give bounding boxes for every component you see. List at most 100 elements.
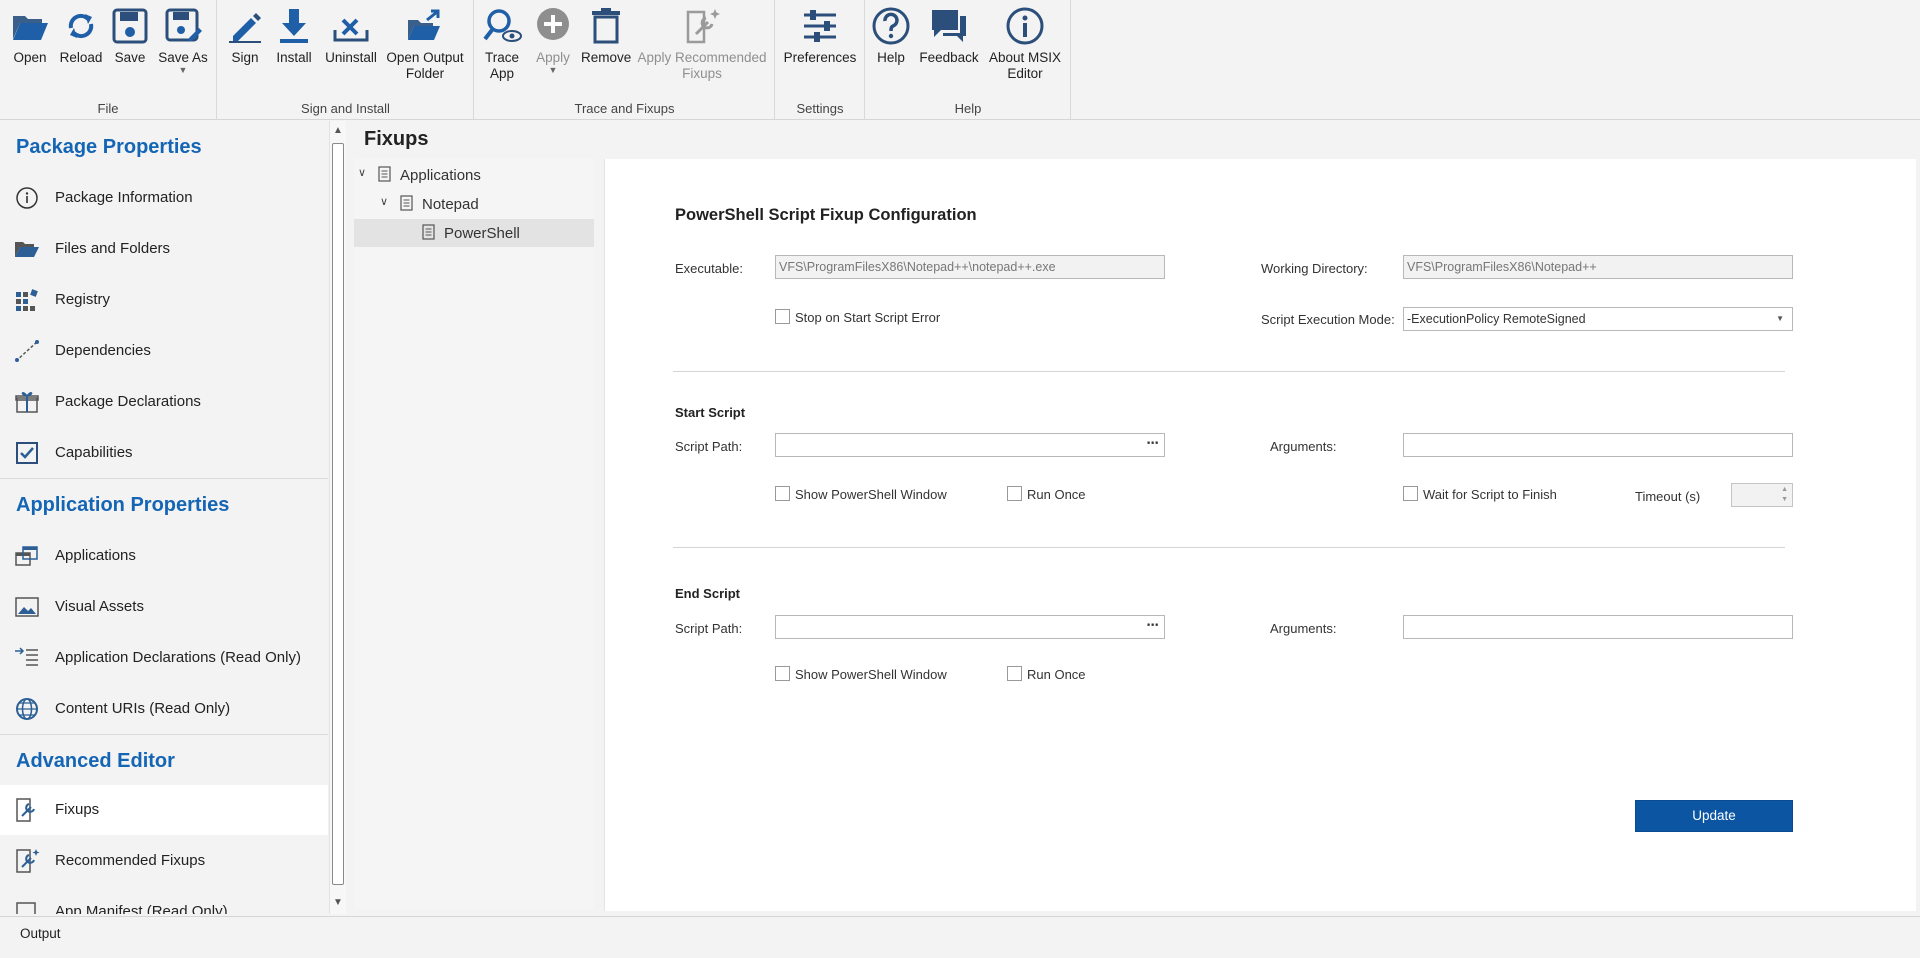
sidebar-item-package-information[interactable]: Package Information [0,173,328,223]
timeout-stepper[interactable]: ▲ ▼ [1731,483,1793,507]
apply-recommended-fixups-button[interactable]: Apply Recommended Fixups [637,6,767,82]
remove-button[interactable]: Remove [581,6,631,66]
page-title: Fixups [364,128,429,150]
trace-magnifier-icon [483,9,522,42]
wait-for-finish-checkbox[interactable] [1403,486,1418,501]
question-icon [872,7,910,45]
apply-button[interactable]: Apply ▼ [532,6,574,75]
end-arguments-input[interactable] [1403,615,1793,639]
end-show-window-checkbox[interactable] [775,666,790,681]
browse-ellipsis-icon[interactable]: ⋯ [1147,617,1160,632]
powershell-fixup-panel: PowerShell Script Fixup Configuration Ex… [604,159,1916,911]
document-icon [422,224,435,240]
start-run-once-checkbox[interactable] [1007,486,1022,501]
start-show-window-label: Show PowerShell Window [795,487,947,502]
tree-node-applications[interactable]: ∨ Applications [354,161,594,189]
ribbon-toolbar: Open Reload Save Save As ▼ File Sign Ins… [0,0,1920,120]
start-script-path-input[interactable]: ⋯ [775,433,1165,457]
tree-node-notepad[interactable]: ∨ Notepad [354,190,594,218]
chevron-down-icon: ▼ [178,65,188,75]
tree-node-powershell[interactable]: PowerShell [354,219,594,247]
wait-for-finish-label: Wait for Script to Finish [1423,487,1557,502]
end-script-path-label: Script Path: [675,621,743,636]
feedback-button[interactable]: Feedback [918,6,980,66]
execution-mode-dropdown[interactable]: -ExecutionPolicy RemoteSigned ▼ [1403,307,1793,331]
end-run-once-checkbox[interactable] [1007,666,1022,681]
checkbox-checked-icon [16,442,38,464]
reload-button[interactable]: Reload [58,6,104,66]
chevron-down-icon[interactable]: ∨ [358,166,366,179]
preferences-button[interactable]: Preferences [781,6,859,66]
ribbon-group-label: Sign and Install [301,101,390,116]
stop-on-error-label: Stop on Start Script Error [795,310,941,325]
info-circle-icon [16,187,38,209]
reload-icon [68,13,94,39]
open-button[interactable]: Open [8,6,52,66]
uninstall-button[interactable]: Uninstall [324,6,378,66]
sidebar-item-dependencies[interactable]: Dependencies [0,326,328,376]
scrollbar-thumb[interactable] [332,143,344,885]
save-as-button[interactable]: Save As ▼ [156,6,210,75]
ribbon-group-label: Help [954,101,982,116]
sidebar-item-applications[interactable]: Applications [0,531,328,581]
image-icon [15,597,39,617]
sidebar-item-recommended-fixups[interactable]: Recommended Fixups [0,836,328,886]
sidebar-item-visual-assets[interactable]: Visual Assets [0,582,328,632]
start-arguments-label: Arguments: [1270,439,1337,454]
about-button[interactable]: About MSIX Editor [986,6,1064,82]
trace-app-button[interactable]: Trace App [480,6,524,82]
scroll-down-arrow-icon[interactable]: ▼ [333,897,343,908]
folder-icon [15,242,39,257]
status-bar: Output [0,916,1920,958]
gift-box-icon [15,392,39,413]
ribbon-group-label: Trace and Fixups [574,101,675,116]
stepper-up-icon[interactable]: ▲ [1781,486,1788,493]
sidebar-item-files-and-folders[interactable]: Files and Folders [0,224,328,274]
ribbon-group-label: File [97,101,119,116]
sidebar-item-registry[interactable]: Registry [0,275,328,325]
fixups-wrench-icon [16,798,35,822]
stop-on-error-checkbox[interactable] [775,309,790,324]
working-directory-field[interactable]: VFS\ProgramFilesX86\Notepad++ [1403,255,1793,279]
output-folder-icon [408,9,440,40]
sidebar-item-fixups[interactable]: Fixups [0,785,328,835]
save-button[interactable]: Save [108,6,152,66]
start-arguments-input[interactable] [1403,433,1793,457]
sign-pen-icon [229,13,261,43]
scroll-up-arrow-icon[interactable]: ▲ [333,125,343,136]
stepper-down-icon[interactable]: ▼ [1781,496,1788,503]
start-script-heading: Start Script [675,405,746,420]
sidebar-item-app-manifest[interactable]: App Manifest (Read Only) [0,887,328,914]
section-divider [673,547,1785,548]
sidebar-scrollbar[interactable]: ▲ ▼ [329,121,346,914]
executable-field[interactable]: VFS\ProgramFilesX86\Notepad++\notepad++.… [775,255,1165,279]
start-show-window-checkbox[interactable] [775,486,790,501]
sliders-icon [804,10,836,42]
wrench-sparkle-icon [686,9,720,44]
output-tab[interactable]: Output [20,926,61,941]
end-script-path-input[interactable]: ⋯ [775,615,1165,639]
save-icon [112,8,148,44]
install-button[interactable]: Install [274,6,314,66]
document-icon [378,166,391,182]
sign-button[interactable]: Sign [225,6,265,66]
section-title-advanced-editor: Advanced Editor [16,750,175,772]
update-button[interactable]: Update [1635,800,1793,832]
sidebar-item-application-declarations[interactable]: Application Declarations (Read Only) [0,633,328,683]
open-output-folder-button[interactable]: Open Output Folder [384,6,466,82]
executable-label: Executable: [675,261,743,276]
sidebar-item-capabilities[interactable]: Capabilities [0,428,328,478]
sidebar-item-content-uris[interactable]: Content URIs (Read Only) [0,684,328,734]
ribbon-group-sign-install: Sign Install Uninstall Open Output Folde… [218,0,474,120]
timeout-label: Timeout (s) [1635,489,1701,504]
sidebar-item-package-declarations[interactable]: Package Declarations [0,377,328,427]
chevron-down-icon[interactable]: ∨ [380,195,388,208]
config-heading: PowerShell Script Fixup Configuration [675,206,977,224]
sidebar-divider [0,734,328,735]
chevron-down-icon: ▼ [1776,314,1784,323]
uninstall-x-icon [333,18,369,42]
help-button[interactable]: Help [871,6,911,66]
end-script-heading: End Script [675,586,741,601]
manifest-scroll-icon [16,902,36,914]
browse-ellipsis-icon[interactable]: ⋯ [1147,435,1160,450]
